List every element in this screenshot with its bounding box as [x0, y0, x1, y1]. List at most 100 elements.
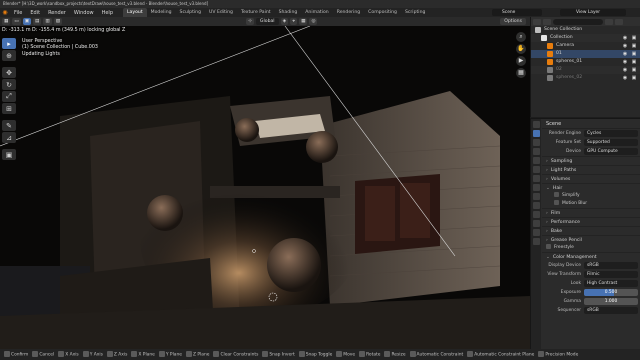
- orientation-icon[interactable]: ⊹: [246, 18, 254, 25]
- menu-render[interactable]: Render: [44, 10, 70, 16]
- rotate-tool-icon[interactable]: ↻: [2, 79, 16, 90]
- transform-tool-icon[interactable]: ⊞: [2, 103, 16, 114]
- outliner-row[interactable]: Collection ◉ ▣: [531, 34, 640, 42]
- eye-icon[interactable]: ◉: [622, 75, 628, 81]
- 3d-viewport[interactable]: D: -313.1 m D: -155.4 m (349.5 m) lockin…: [0, 26, 530, 349]
- camera-render-icon[interactable]: ▣: [631, 59, 637, 65]
- section-sampling[interactable]: › Sampling: [542, 156, 640, 165]
- outliner-row[interactable]: 01 ◉ ▣: [531, 50, 640, 58]
- filter-icon[interactable]: [605, 18, 613, 25]
- editor-type-button[interactable]: ▦: [2, 18, 11, 25]
- tab-modeling[interactable]: Modeling: [147, 8, 176, 17]
- tool-tab-icon[interactable]: [532, 121, 540, 128]
- section-volumes[interactable]: › Volumes: [542, 174, 640, 183]
- modifier-tab-icon[interactable]: [532, 184, 540, 191]
- section-film[interactable]: › Film: [542, 208, 640, 217]
- camera-render-icon[interactable]: ▣: [631, 35, 637, 41]
- snap-target-icon[interactable]: ▦: [299, 18, 308, 25]
- checkbox[interactable]: [546, 244, 551, 249]
- material-tab-icon[interactable]: [532, 229, 540, 236]
- particles-tab-icon[interactable]: [532, 193, 540, 200]
- select-mode-button[interactable]: ▭: [12, 18, 21, 25]
- section-bake[interactable]: › Bake: [542, 226, 640, 235]
- select-box-button[interactable]: ▣: [22, 18, 32, 25]
- transform-orientation-dropdown[interactable]: Global: [255, 18, 279, 25]
- zoom-icon[interactable]: ⌕: [516, 32, 526, 42]
- section-hair[interactable]: ⌄ Hair: [542, 183, 640, 192]
- camera-render-icon[interactable]: ▣: [631, 51, 637, 57]
- outliner-type-icon[interactable]: [533, 18, 541, 25]
- select-extend-button[interactable]: ▤: [33, 18, 42, 25]
- output-tab-icon[interactable]: [532, 139, 540, 146]
- select-invert-button[interactable]: ▧: [53, 18, 63, 25]
- menu-edit[interactable]: Edit: [26, 10, 44, 16]
- checkbox[interactable]: [554, 192, 559, 197]
- object-tab-icon[interactable]: [532, 175, 540, 182]
- view-layer-selector[interactable]: View Layer: [560, 9, 626, 16]
- section-color-management[interactable]: ⌄ Color Management: [542, 252, 640, 261]
- section-grease-pencil[interactable]: › Grease Pencil: [542, 235, 640, 244]
- physics-tab-icon[interactable]: [532, 202, 540, 209]
- tab-compositing[interactable]: Compositing: [364, 8, 401, 17]
- display-device-dropdown[interactable]: sRGB: [584, 262, 638, 269]
- feature-set-dropdown[interactable]: Supported: [584, 139, 638, 146]
- sequencer-dropdown[interactable]: sRGB: [584, 307, 638, 314]
- look-dropdown[interactable]: High Contrast: [584, 280, 638, 287]
- annotate-tool-icon[interactable]: ✎: [2, 120, 16, 131]
- menu-help[interactable]: Help: [98, 10, 117, 16]
- select-subtract-button[interactable]: ▥: [43, 18, 52, 25]
- tab-sculpting[interactable]: Sculpting: [176, 8, 205, 17]
- measure-tool-icon[interactable]: ⊿: [2, 132, 16, 143]
- eye-icon[interactable]: ◉: [622, 67, 628, 73]
- scene-selector[interactable]: Scene: [492, 9, 542, 16]
- outliner-row[interactable]: spheres_01 ◉ ▣: [531, 58, 640, 66]
- data-tab-icon[interactable]: [532, 220, 540, 227]
- options-dropdown[interactable]: Options: [500, 18, 526, 25]
- section-light-paths[interactable]: › Light Paths: [542, 165, 640, 174]
- new-collection-icon[interactable]: [615, 18, 623, 25]
- snap-icon[interactable]: ⌖: [290, 18, 298, 25]
- checkbox[interactable]: [554, 200, 559, 205]
- world-tab-icon[interactable]: [532, 166, 540, 173]
- tab-uv-editing[interactable]: UV Editing: [205, 8, 237, 17]
- eye-icon[interactable]: ◉: [622, 35, 628, 41]
- add-cube-tool-icon[interactable]: ▣: [2, 149, 16, 160]
- subsection-simplify[interactable]: Simplify: [542, 192, 640, 200]
- section-performance[interactable]: › Performance: [542, 217, 640, 226]
- view-layer-tab-icon[interactable]: [532, 148, 540, 155]
- camera-view-icon[interactable]: ▶: [516, 56, 526, 66]
- tab-shading[interactable]: Shading: [275, 8, 302, 17]
- select-tool-icon[interactable]: ▸: [2, 38, 16, 49]
- move-tool-icon[interactable]: ✥: [2, 67, 16, 78]
- view-transform-dropdown[interactable]: Filmic: [584, 271, 638, 278]
- cursor-tool-icon[interactable]: ⊕: [2, 50, 16, 61]
- tab-layout[interactable]: Layout: [123, 8, 147, 17]
- display-mode-icon[interactable]: [543, 18, 551, 25]
- grid-icon[interactable]: ▦: [516, 68, 526, 78]
- outliner-row[interactable]: Camera ◉ ▣: [531, 42, 640, 50]
- menu-window[interactable]: Window: [70, 10, 98, 16]
- tab-rendering[interactable]: Rendering: [333, 8, 364, 17]
- constraints-tab-icon[interactable]: [532, 211, 540, 218]
- eye-icon[interactable]: ◉: [622, 51, 628, 57]
- pivot-icon[interactable]: ◈: [280, 18, 289, 25]
- subsection-motion-blur[interactable]: Motion Blur: [542, 200, 640, 208]
- scene-tab-icon[interactable]: [532, 157, 540, 164]
- tab-texture-paint[interactable]: Texture Paint: [237, 8, 275, 17]
- camera-render-icon[interactable]: ▣: [631, 75, 637, 81]
- outliner-row[interactable]: spheres_02 ◉ ▣: [531, 74, 640, 82]
- camera-render-icon[interactable]: ▣: [631, 43, 637, 49]
- render-engine-dropdown[interactable]: Cycles: [584, 130, 638, 137]
- exposure-slider[interactable]: 0.500: [584, 289, 638, 296]
- texture-tab-icon[interactable]: [532, 238, 540, 245]
- camera-render-icon[interactable]: ▣: [631, 67, 637, 73]
- menu-file[interactable]: File: [10, 10, 26, 16]
- render-tab-icon[interactable]: [532, 130, 540, 137]
- subsection-freestyle[interactable]: Freestyle: [542, 244, 640, 252]
- gamma-slider[interactable]: 1.000: [584, 298, 638, 305]
- pan-hand-icon[interactable]: ✋: [516, 44, 526, 54]
- device-dropdown[interactable]: GPU Compute: [584, 148, 638, 155]
- outliner-row[interactable]: 02 ◉ ▣: [531, 66, 640, 74]
- scale-tool-icon[interactable]: ⤢: [2, 91, 16, 102]
- blender-logo-icon[interactable]: ◉: [0, 9, 10, 16]
